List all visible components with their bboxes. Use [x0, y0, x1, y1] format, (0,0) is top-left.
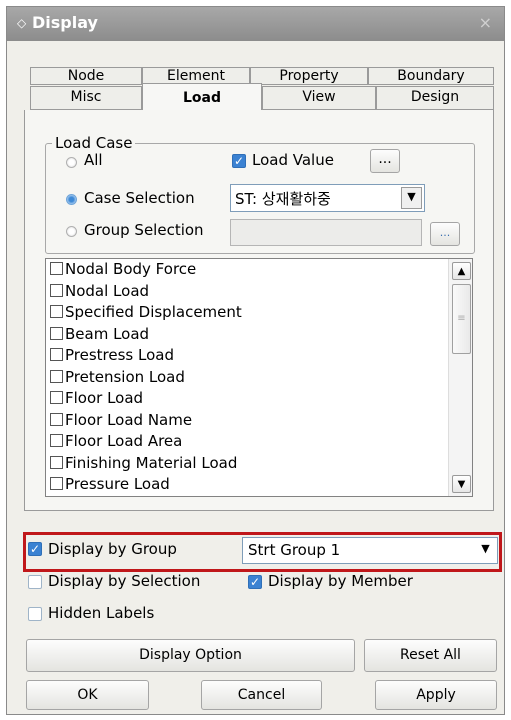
group-selection-label: Group Selection — [84, 221, 204, 239]
group-selection-options-button[interactable]: ... — [430, 222, 460, 246]
hidden-labels-checkbox[interactable] — [28, 607, 42, 621]
list-item-label: Floor Load — [65, 389, 144, 407]
list-item-label: Prestress Load — [65, 346, 174, 364]
load-value-checkbox[interactable]: ✓ — [232, 154, 246, 168]
case-selection-value: ST: 상재활하중 — [235, 190, 331, 208]
list-item[interactable]: Nodal Body Force — [46, 259, 472, 281]
display-option-button[interactable]: Display Option — [26, 639, 355, 672]
case-selection-label: Case Selection — [84, 189, 195, 207]
load-case-legend: Load Case — [55, 134, 133, 152]
tab-view[interactable]: View — [262, 86, 376, 110]
case-selection-dropdown[interactable]: ST: 상재활하중 ▼ — [230, 184, 425, 212]
list-item-label: Nodal Body Force — [65, 260, 197, 278]
display-by-selection-checkbox[interactable] — [28, 575, 42, 589]
chevron-down-icon[interactable]: ▼ — [401, 187, 422, 209]
list-item-checkbox[interactable] — [50, 391, 63, 404]
list-item-label: Specified Displacement — [65, 303, 242, 321]
list-item-checkbox[interactable] — [50, 305, 63, 318]
list-item-checkbox[interactable] — [50, 434, 63, 447]
display-by-group-checkbox[interactable]: ✓ — [28, 542, 42, 556]
cancel-button[interactable]: Cancel — [201, 680, 322, 710]
list-item-checkbox[interactable] — [50, 369, 63, 383]
group-selection-radio[interactable] — [66, 226, 77, 237]
display-by-member-label: Display by Member — [268, 572, 413, 590]
display-by-group-label: Display by Group — [48, 540, 177, 558]
list-item[interactable]: Nodal Load — [46, 281, 472, 303]
display-by-member-checkbox[interactable]: ✓ — [248, 575, 262, 589]
list-scrollbar[interactable]: ▲ ≡ ▼ — [448, 259, 472, 496]
all-label: All — [84, 151, 103, 169]
group-selection-field[interactable] — [230, 219, 422, 246]
load-items-list[interactable]: Nodal Body Force Nodal Load Specified Disp… — [45, 258, 473, 497]
window-menu-icon[interactable]: ◇ — [17, 7, 26, 39]
list-item[interactable]: Specified Displacement — [46, 302, 472, 324]
list-item[interactable]: Beam Load — [46, 324, 472, 346]
reset-all-button[interactable]: Reset All — [364, 639, 497, 672]
list-item-label: Floor Load Name — [65, 410, 193, 429]
list-item[interactable]: Floor Load Name — [46, 410, 472, 432]
list-item-checkbox[interactable] — [50, 348, 63, 361]
list-item-label: Pressure Load — [65, 475, 170, 493]
chevron-down-icon[interactable]: ▼ — [476, 540, 495, 561]
list-item[interactable]: Finishing Material Load — [46, 453, 472, 475]
list-item-label: Finishing Material Load — [65, 453, 238, 472]
title-bar[interactable]: ◇ Display × — [7, 7, 504, 41]
tab-design[interactable]: Design — [376, 86, 494, 110]
load-value-options-button[interactable]: ... — [370, 149, 400, 173]
list-item-label: Beam Load — [65, 324, 150, 343]
scroll-thumb[interactable]: ≡ — [452, 284, 471, 354]
list-item-checkbox[interactable] — [50, 412, 63, 426]
list-item[interactable]: Pretension Load — [46, 367, 472, 389]
display-by-group-value: Strt Group 1 — [248, 541, 341, 559]
list-item[interactable]: Prestress Load — [46, 345, 472, 367]
all-radio[interactable] — [66, 157, 77, 168]
list-item[interactable]: Floor Load Area — [46, 431, 472, 453]
load-value-label: Load Value — [252, 151, 334, 169]
list-item-checkbox[interactable] — [50, 283, 63, 297]
case-selection-radio[interactable] — [66, 194, 77, 205]
display-by-selection-label: Display by Selection — [48, 572, 201, 590]
tab-property[interactable]: Property — [250, 67, 368, 85]
close-icon[interactable]: × — [479, 7, 492, 39]
list-item-label: Pretension Load — [65, 367, 185, 386]
scroll-down-icon[interactable]: ▼ — [452, 475, 471, 493]
list-item[interactable]: Pressure Load — [46, 474, 472, 496]
list-item-label: Nodal Load — [65, 281, 150, 300]
display-by-group-dropdown[interactable]: Strt Group 1 ▼ — [242, 537, 498, 564]
window-title: Display — [32, 13, 98, 32]
list-item[interactable]: Floor Load — [46, 388, 472, 410]
list-item-checkbox[interactable] — [50, 477, 63, 490]
tab-boundary[interactable]: Boundary — [368, 67, 494, 85]
list-item-label: Floor Load Area — [65, 432, 183, 450]
list-item-checkbox[interactable] — [50, 455, 63, 469]
hidden-labels-label: Hidden Labels — [48, 604, 155, 622]
tab-node[interactable]: Node — [30, 67, 142, 85]
tab-misc[interactable]: Misc — [30, 86, 142, 110]
apply-button[interactable]: Apply — [375, 680, 497, 710]
list-item-checkbox[interactable] — [50, 326, 63, 340]
tab-load[interactable]: Load — [142, 83, 262, 111]
scroll-up-icon[interactable]: ▲ — [452, 262, 471, 280]
list-item-checkbox[interactable] — [50, 262, 63, 275]
ok-button[interactable]: OK — [26, 680, 149, 710]
